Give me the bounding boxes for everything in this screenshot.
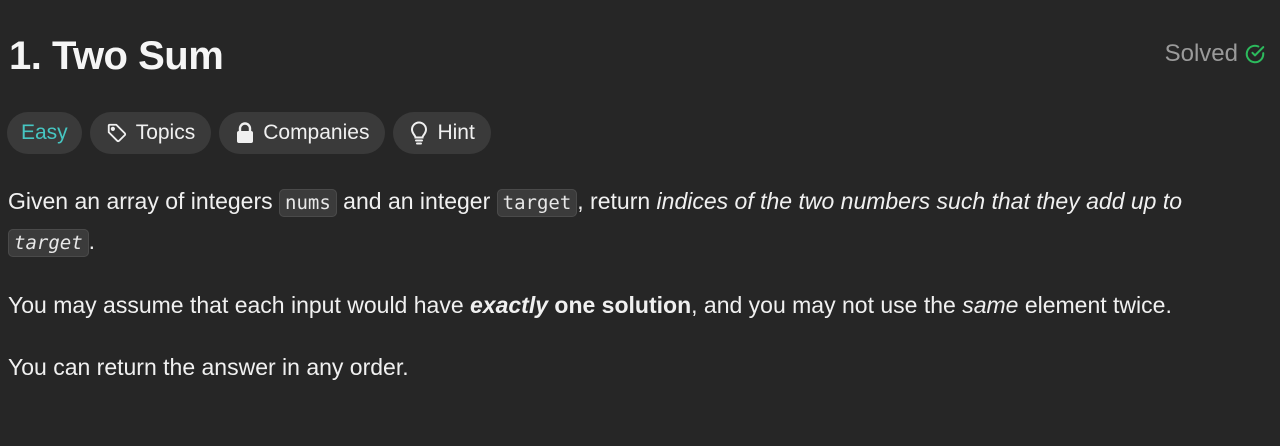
inline-code-nums: nums — [279, 189, 337, 217]
description-text: , and you may not use the — [691, 292, 963, 318]
description-strong: one solution — [548, 292, 692, 318]
description-text: . — [88, 228, 96, 254]
hint-button[interactable]: Hint — [393, 112, 491, 154]
description-paragraph: You can return the answer in any order. — [8, 354, 409, 380]
companies-button[interactable]: Companies — [219, 112, 386, 154]
problem-title: 1. Two Sum — [9, 34, 224, 78]
description-emphasis: indices of the two numbers such that the… — [656, 188, 1183, 214]
solved-status: Solved — [1165, 40, 1266, 68]
topics-button[interactable]: Topics — [89, 112, 212, 154]
lock-icon — [235, 122, 255, 144]
description-text: and an integer — [336, 188, 497, 214]
problem-description: Given an array of integers nums and an i… — [8, 182, 1270, 410]
description-text: , return — [577, 188, 657, 214]
check-circle-icon — [1244, 43, 1266, 65]
inline-code-target: target — [8, 229, 89, 257]
lightbulb-icon — [409, 121, 429, 145]
description-paragraph: You may assume that each input would hav… — [8, 286, 1270, 324]
description-text: You may assume that each input would hav… — [8, 292, 470, 318]
topics-label: Topics — [135, 121, 196, 144]
description-text: element twice. — [1018, 292, 1172, 318]
hint-label: Hint — [437, 121, 475, 144]
description-paragraph: Given an array of integers nums and an i… — [8, 182, 1270, 262]
companies-label: Companies — [263, 121, 370, 144]
difficulty-badge: Easy — [7, 112, 82, 154]
description-text: Given an array of integers — [8, 188, 280, 214]
solved-label: Solved — [1164, 40, 1238, 67]
description-strong-emphasis: exactly — [470, 292, 549, 318]
difficulty-label: Easy — [21, 121, 68, 144]
inline-code-target: target — [496, 189, 578, 217]
tag-icon — [106, 122, 128, 144]
problem-tags-bar: Easy Topics Companies Hint — [7, 112, 491, 154]
description-emphasis: same — [962, 292, 1019, 318]
